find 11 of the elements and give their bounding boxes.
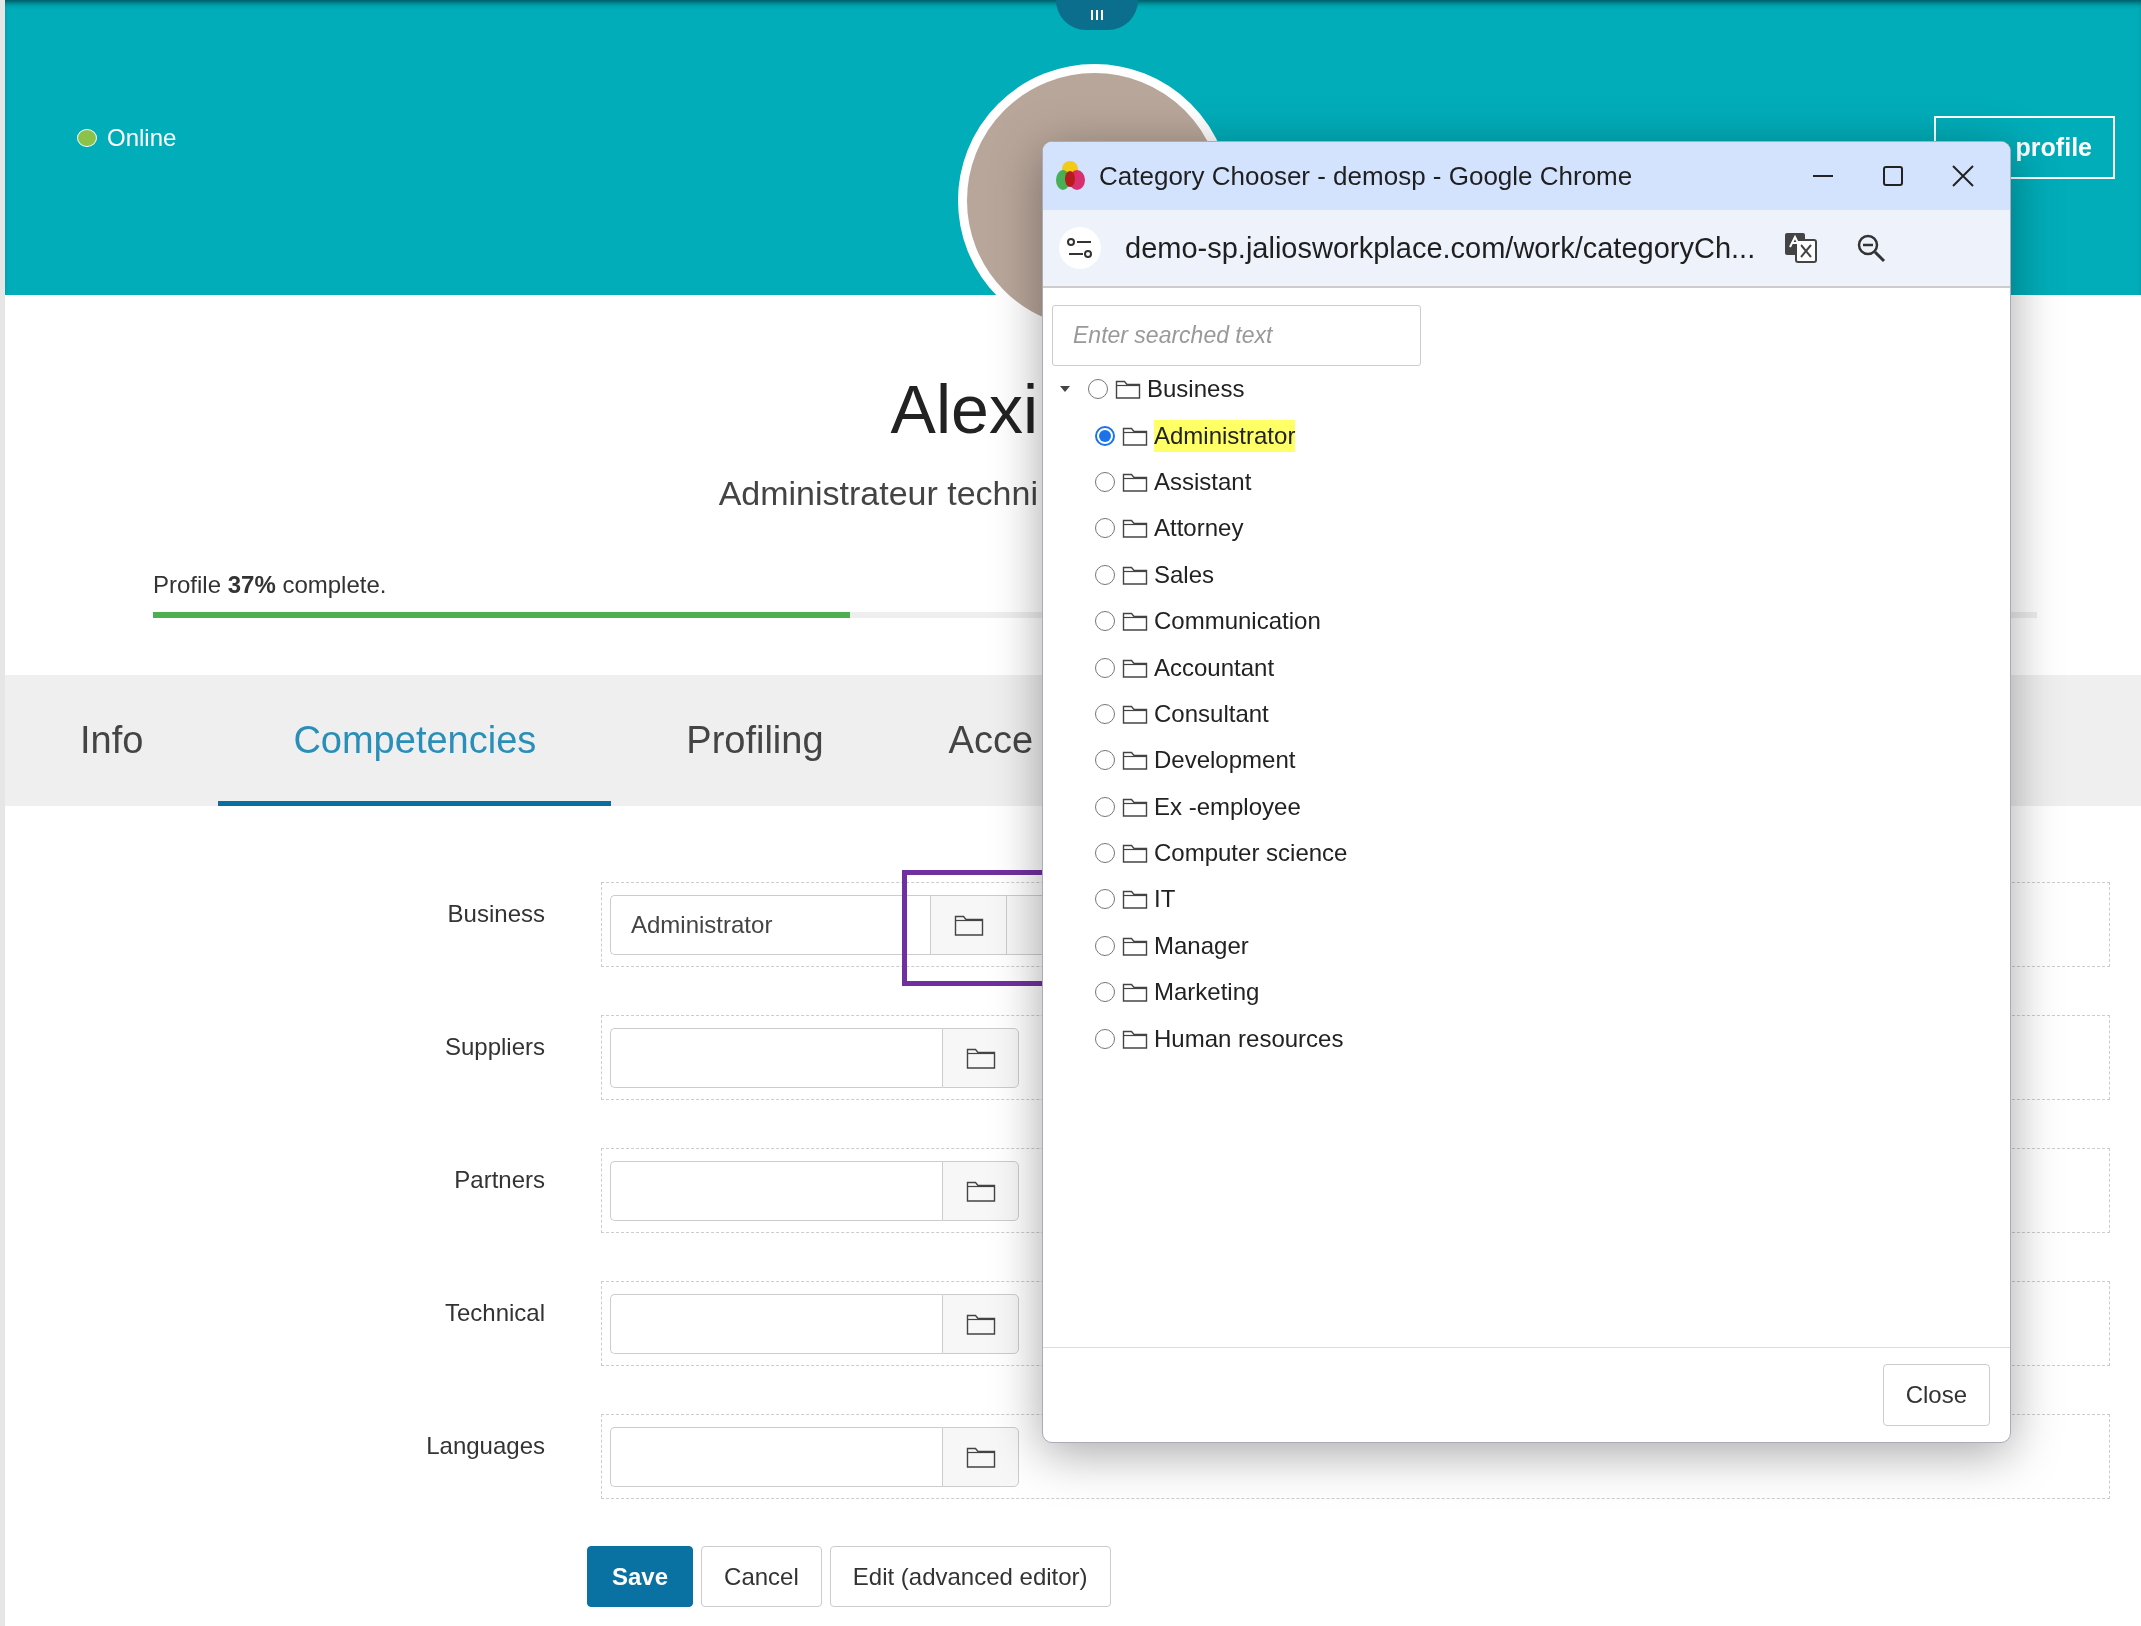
- url-text: demo-sp.jaliosworkplace.com/work/categoryCh...: [1125, 231, 1756, 265]
- field-label: Languages: [425, 1431, 545, 1461]
- user-name: Alexi: [889, 370, 1038, 449]
- field-label: Suppliers: [443, 1032, 545, 1062]
- status-label: Online: [107, 124, 177, 152]
- completion-text: Profile 37% complete.: [153, 571, 387, 599]
- job-title: Administrateur techni: [717, 473, 1038, 513]
- field-label: Business: [446, 899, 545, 929]
- window-title: Category Chooser - demosp - Google Chrome: [1099, 160, 1633, 192]
- field-label: Partners: [453, 1165, 545, 1195]
- field-label: Technical: [443, 1298, 545, 1328]
